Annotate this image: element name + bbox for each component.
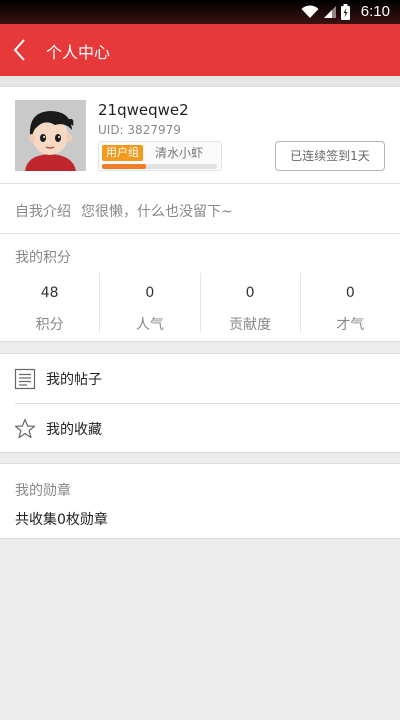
menu-section: 我的帖子 我的收藏 bbox=[0, 353, 400, 453]
user-group-name: 清水小虾 bbox=[155, 146, 204, 160]
self-intro-label: 自我介绍 bbox=[15, 204, 71, 220]
status-time: 6:10 bbox=[360, 3, 390, 20]
points-section: 我的积分 48 积分 0 人气 0 贡献度 0 才气 bbox=[0, 234, 400, 342]
points-value: 0 bbox=[145, 285, 155, 301]
status-icons bbox=[301, 4, 350, 20]
user-id: UID: 3827979 bbox=[98, 123, 181, 137]
menu-item-label: 我的收藏 bbox=[46, 422, 102, 438]
medals-section[interactable]: 我的勋章 共收集0枚勋章 bbox=[0, 463, 400, 539]
document-icon bbox=[14, 368, 36, 390]
level-progress-fill bbox=[102, 164, 146, 169]
medals-title: 我的勋章 bbox=[15, 483, 71, 499]
menu-item-label: 我的帖子 bbox=[46, 372, 102, 388]
avatar-illustration bbox=[15, 100, 86, 171]
points-cell-score: 48 积分 bbox=[0, 273, 101, 333]
points-label: 积分 bbox=[35, 317, 64, 333]
points-cell-popularity: 0 人气 bbox=[100, 273, 201, 333]
points-grid: 48 积分 0 人气 0 贡献度 0 才气 bbox=[0, 273, 400, 333]
medals-count: 共收集0枚勋章 bbox=[15, 512, 108, 528]
points-label: 人气 bbox=[135, 317, 164, 333]
points-cell-talent: 0 才气 bbox=[301, 273, 400, 333]
header-shadow bbox=[0, 76, 400, 86]
points-value: 48 bbox=[40, 285, 59, 301]
back-button[interactable] bbox=[10, 36, 34, 64]
points-label: 贡献度 bbox=[229, 317, 272, 333]
points-cell-contribution: 0 贡献度 bbox=[201, 273, 301, 333]
avatar[interactable] bbox=[15, 100, 86, 171]
app-bar: 个人中心 bbox=[0, 24, 400, 76]
signal-icon bbox=[324, 6, 336, 18]
points-value: 0 bbox=[245, 285, 255, 301]
points-label: 才气 bbox=[336, 317, 365, 333]
status-bar: 6:10 bbox=[0, 0, 400, 24]
wifi-icon bbox=[301, 5, 319, 18]
page-title: 个人中心 bbox=[46, 43, 111, 62]
battery-icon bbox=[341, 4, 350, 20]
user-group-tag: 用户组 bbox=[102, 145, 143, 161]
points-title: 我的积分 bbox=[15, 250, 71, 266]
menu-item-my-favorites[interactable]: 我的收藏 bbox=[0, 404, 400, 454]
checkin-button[interactable]: 已连续签到1天 bbox=[275, 141, 385, 171]
chevron-left-icon bbox=[13, 39, 25, 61]
level-progress-bar bbox=[102, 164, 217, 169]
self-intro-value: 您很懒，什么也没留下~ bbox=[81, 204, 233, 220]
star-icon bbox=[14, 418, 36, 439]
menu-item-my-posts[interactable]: 我的帖子 bbox=[0, 354, 400, 404]
user-group-box: 用户组 清水小虾 bbox=[98, 141, 222, 171]
profile-card: 21qweqwe2 UID: 3827979 用户组 清水小虾 已连续签到1天 bbox=[0, 86, 400, 184]
self-intro-row[interactable]: 自我介绍 您很懒，什么也没留下~ bbox=[0, 184, 400, 234]
username: 21qweqwe2 bbox=[98, 101, 189, 119]
points-value: 0 bbox=[345, 285, 355, 301]
